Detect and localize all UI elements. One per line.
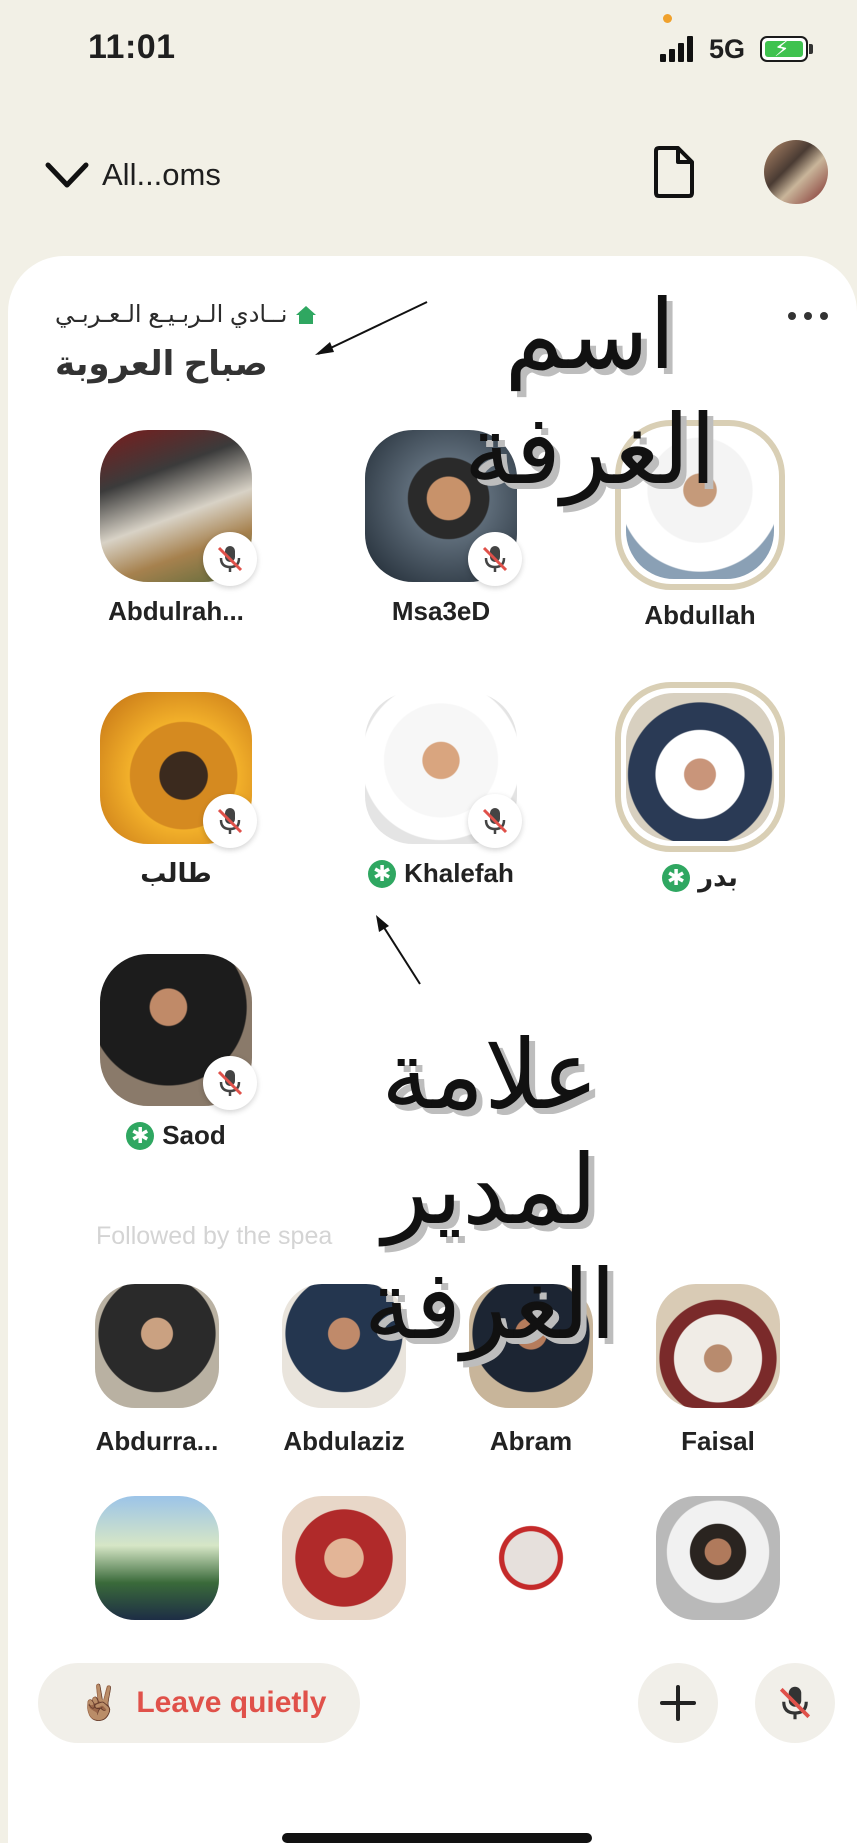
mic-toggle-button[interactable] [755, 1663, 835, 1743]
privacy-indicator-dot [663, 14, 672, 23]
add-button[interactable] [638, 1663, 718, 1743]
status-time: 11:01 [88, 28, 176, 66]
club-name: نــادي الـربـيـع الـعـربـي [55, 301, 288, 328]
speaker-name: بدر [698, 862, 738, 892]
peace-hand-icon: ✌🏽 [78, 1684, 121, 1722]
home-indicator [282, 1833, 592, 1843]
document-icon[interactable] [652, 145, 696, 199]
annotation-room-name: اسم الغرفة [463, 279, 717, 507]
chevron-down-icon [45, 162, 89, 188]
annotation-moderator-mark: علامة لمدير الغرفة [363, 1019, 617, 1362]
moderator-badge-icon: ✱ [662, 863, 691, 892]
leave-quietly-label: Leave quietly [136, 1686, 327, 1719]
muted-mic-icon [203, 794, 257, 848]
moderator-badge-icon: ✱ [126, 1121, 155, 1150]
more-options-button[interactable] [786, 300, 830, 330]
club-name-row[interactable]: نــادي الـربـيـع الـعـربـي [55, 300, 317, 329]
follower-tile[interactable]: Abdurra... [72, 1284, 242, 1457]
follower-tile[interactable] [259, 1496, 429, 1620]
follower-name: Abdulaziz [283, 1426, 405, 1456]
avatar [469, 1496, 593, 1620]
avatar [615, 682, 785, 852]
annotation-arrow [315, 301, 428, 355]
speaker-name: Abdullah [644, 600, 756, 630]
moderator-badge-icon: ✱ [368, 859, 397, 888]
follower-tile[interactable] [446, 1496, 616, 1620]
speaker-tile[interactable]: ✱ Saod [76, 954, 276, 1151]
speaker-name: Khalefah [404, 858, 514, 888]
speaker-tile[interactable]: Abdulrah... [76, 430, 276, 627]
all-rooms-button[interactable]: All...oms [44, 152, 294, 198]
all-rooms-label: All...oms [102, 157, 221, 192]
avatar [656, 1284, 780, 1408]
follower-tile[interactable] [633, 1496, 803, 1620]
follower-name: Faisal [681, 1426, 755, 1456]
plus-icon [660, 1685, 696, 1721]
annotation-arrow [376, 915, 421, 985]
room-title: صباح العروبة [55, 345, 268, 383]
leave-quietly-button[interactable]: ✌🏽 Leave quietly [38, 1663, 360, 1743]
speaker-tile[interactable]: ✱ Khalefah [341, 692, 541, 889]
muted-mic-icon [779, 1686, 811, 1720]
muted-mic-icon [468, 532, 522, 586]
avatar [95, 1496, 219, 1620]
muted-mic-icon [203, 532, 257, 586]
speaker-name: Msa3eD [391, 596, 491, 626]
profile-avatar[interactable] [764, 140, 828, 204]
muted-mic-icon [468, 794, 522, 848]
follower-name: Abdurra... [95, 1426, 219, 1456]
avatar [282, 1496, 406, 1620]
follower-tile[interactable]: Faisal [633, 1284, 803, 1457]
speaker-name: Saod [162, 1120, 226, 1150]
network-label: 5G [709, 34, 746, 64]
speaker-tile[interactable]: ✱ بدر [600, 682, 800, 893]
follower-tile[interactable] [72, 1496, 242, 1620]
battery-icon: ⚡ [760, 36, 808, 62]
followed-by-speakers-label: Followed by the spea [96, 1222, 333, 1250]
battery-tip [809, 44, 813, 54]
speaker-tile[interactable]: طالب [76, 692, 276, 889]
follower-name: Abram [489, 1426, 573, 1456]
avatar [656, 1496, 780, 1620]
signal-icon [660, 36, 698, 62]
muted-mic-icon [203, 1056, 257, 1110]
avatar [95, 1284, 219, 1408]
speaker-name: Abdulrah... [108, 596, 244, 626]
speaker-name: طالب [140, 858, 212, 888]
